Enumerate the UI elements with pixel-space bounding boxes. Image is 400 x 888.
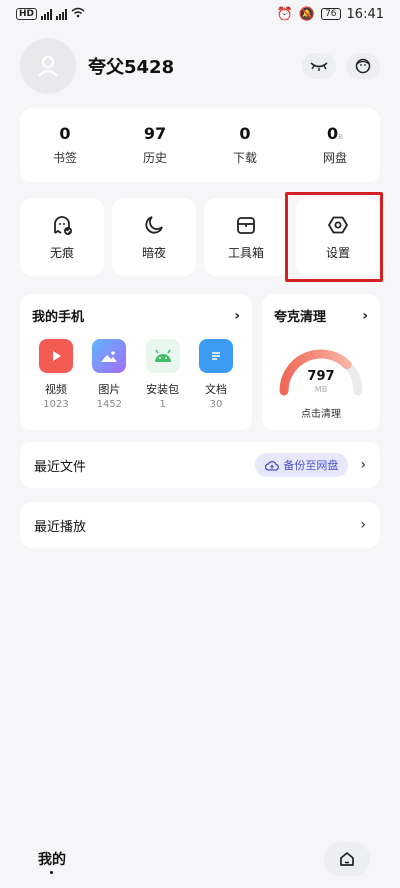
- chevron-right-icon[interactable]: ›: [234, 308, 240, 324]
- card-title: 我的手机: [32, 310, 85, 325]
- stat-value: 0: [59, 124, 71, 143]
- bottom-navigation: 我的: [0, 830, 400, 888]
- stat-value: 0: [239, 124, 251, 143]
- category-count: 1452: [96, 399, 123, 410]
- storage-value: 797: [307, 369, 335, 384]
- chevron-right-icon[interactable]: ›: [360, 457, 366, 473]
- category-label: 安装包: [146, 383, 180, 396]
- stat-cloud[interactable]: 0B 网盘: [290, 108, 380, 182]
- tool-label: 暗夜: [141, 245, 166, 260]
- category-video[interactable]: 视频 1023: [32, 339, 80, 410]
- user-icon: [38, 55, 58, 77]
- backup-label: 备份至网盘: [283, 459, 339, 472]
- tool-night-mode[interactable]: 暗夜: [112, 198, 196, 276]
- category-images[interactable]: 图片 1452: [85, 339, 133, 410]
- tool-incognito[interactable]: 无痕: [20, 198, 104, 276]
- skin-button[interactable]: [346, 53, 380, 79]
- document-icon: [198, 339, 233, 373]
- my-phone-header: 我的手机 ›: [32, 306, 240, 326]
- category-label: 视频: [45, 383, 67, 396]
- battery-indicator: 76: [321, 8, 341, 20]
- category-label: 图片: [98, 383, 121, 396]
- tool-label: 无痕: [49, 245, 74, 260]
- status-right: ⏰ 🔕 76 16:41: [277, 7, 384, 22]
- chevron-right-icon[interactable]: ›: [362, 308, 368, 324]
- ghost-icon: [54, 215, 72, 235]
- profile-header: 夸父5428: [20, 38, 380, 94]
- stat-label: 下载: [232, 151, 257, 165]
- image-icon: [92, 339, 127, 373]
- storage-clean-card[interactable]: 夸克清理 › 797 MB 点击清理: [262, 294, 380, 430]
- stat-label: 书签: [52, 151, 77, 165]
- toolbox-icon: [237, 216, 255, 234]
- face-icon: [355, 58, 371, 74]
- tool-label: 工具箱: [227, 245, 264, 260]
- tools-row: 无痕 暗夜 工具箱 设置: [20, 198, 380, 276]
- status-left: HD: [16, 7, 85, 21]
- row-title: 最近播放: [34, 519, 87, 535]
- category-count: 1: [159, 399, 166, 410]
- category-label: 文档: [204, 383, 227, 396]
- recent-files-row[interactable]: 最近文件 备份至网盘 ›: [20, 442, 380, 488]
- clock: 16:41: [346, 6, 384, 22]
- backup-to-cloud-button[interactable]: 备份至网盘: [255, 453, 349, 477]
- home-icon: [340, 852, 354, 866]
- eye-closed-icon: [310, 62, 328, 71]
- cloud-upload-icon: [265, 460, 280, 471]
- android-icon: [145, 339, 180, 373]
- stats-card: 0 书签 97 历史 0 下载 0B 网盘: [20, 108, 380, 182]
- my-phone-card[interactable]: 我的手机 › 视频 1023 图片 1452 安装包 1 文档 30: [20, 294, 252, 430]
- nav-tab-mine[interactable]: 我的: [38, 849, 66, 874]
- eye-closed-button[interactable]: [302, 53, 336, 79]
- stat-value: 97: [143, 124, 167, 143]
- alarm-icon: ⏰: [276, 6, 293, 22]
- stat-history[interactable]: 97 历史: [110, 108, 200, 182]
- username[interactable]: 夸父5428: [88, 53, 292, 79]
- status-bar: HD ⏰ 🔕 76 16:41: [0, 0, 400, 28]
- wifi-icon: [71, 7, 85, 21]
- stat-number: 0: [327, 124, 339, 143]
- card-title: 夸克清理: [274, 310, 327, 325]
- category-count: 30: [209, 399, 223, 410]
- storage-gauge[interactable]: 797 MB: [274, 339, 368, 409]
- stat-value: 0B: [327, 124, 343, 143]
- stat-bookmarks[interactable]: 0 书签: [20, 108, 110, 182]
- moon-icon: [145, 215, 163, 234]
- settings-hexagon-icon: [328, 216, 348, 233]
- stat-downloads[interactable]: 0 下载: [200, 108, 290, 182]
- tool-toolbox[interactable]: 工具箱: [204, 198, 288, 276]
- row-title: 最近文件: [34, 459, 87, 475]
- category-documents[interactable]: 文档 30: [192, 339, 240, 410]
- storage-unit: MB: [314, 385, 328, 394]
- clean-header: 夸克清理 ›: [274, 306, 368, 326]
- tool-settings[interactable]: 设置: [296, 198, 380, 276]
- stat-label: 历史: [142, 151, 167, 165]
- video-icon: [39, 339, 73, 373]
- stat-unit: B: [338, 133, 343, 141]
- tool-label: 设置: [325, 245, 350, 260]
- app-category-list: 视频 1023 图片 1452 安装包 1 文档 30: [32, 339, 240, 410]
- mute-icon: 🔕: [298, 6, 316, 22]
- home-button[interactable]: [324, 842, 370, 876]
- category-apk[interactable]: 安装包 1: [139, 339, 187, 410]
- stat-label: 网盘: [322, 151, 347, 165]
- signal-icon-2: [56, 8, 68, 20]
- category-count: 1023: [43, 399, 69, 410]
- hd-icon: HD: [16, 8, 38, 20]
- avatar[interactable]: [20, 38, 76, 94]
- recent-play-row[interactable]: 最近播放 ›: [20, 502, 380, 548]
- signal-icon: [41, 8, 53, 20]
- chevron-right-icon[interactable]: ›: [360, 517, 366, 533]
